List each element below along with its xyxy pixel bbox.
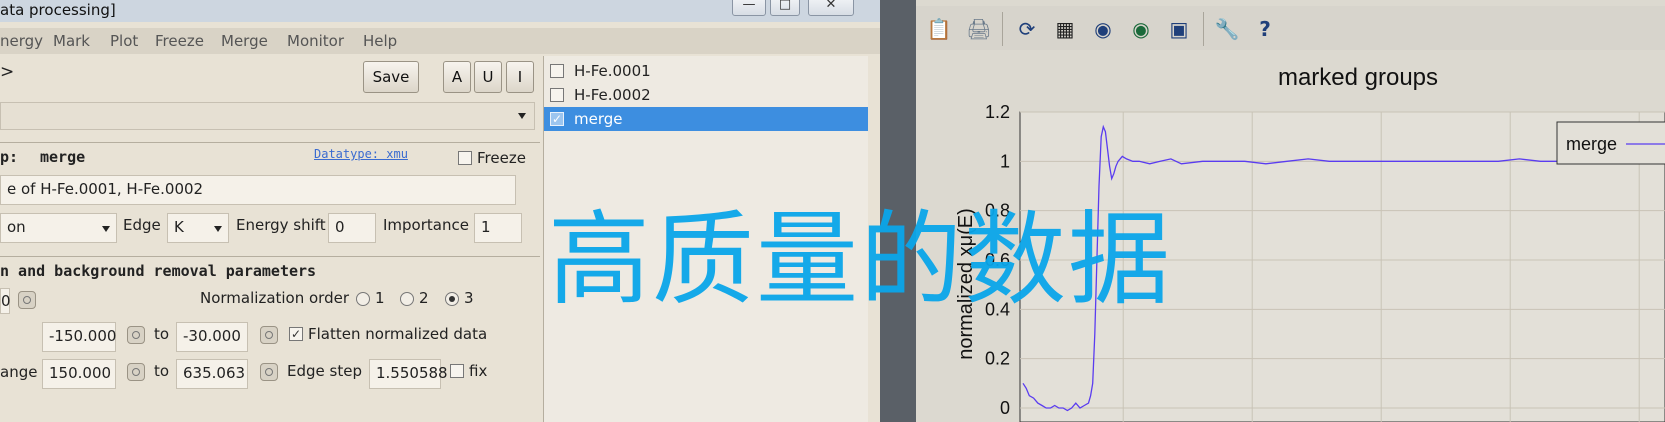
menu-merge[interactable]: Merge xyxy=(221,32,268,50)
freeze-checkbox[interactable] xyxy=(458,151,472,165)
to-label: to xyxy=(154,362,170,380)
pre-edge-from-pick[interactable] xyxy=(127,326,145,344)
menu-monitor[interactable]: Monitor xyxy=(287,32,344,50)
menu-mark[interactable]: Mark xyxy=(53,32,90,50)
order-1-label: 1 xyxy=(375,289,385,307)
title-bar: ata processing] — □ ✕ xyxy=(0,0,880,22)
i-button[interactable]: I xyxy=(506,61,534,93)
chevron-down-icon xyxy=(518,113,526,119)
group-item-label: H-Fe.0001 xyxy=(574,62,651,80)
back-arrow-icon[interactable]: > xyxy=(0,62,14,82)
group-name: merge xyxy=(40,148,86,166)
importance-input[interactable]: 1 xyxy=(474,213,522,243)
y-tick-label: 1.2 xyxy=(985,102,1010,122)
section-title: n and background removal parameters xyxy=(0,262,317,280)
edge-select[interactable]: K xyxy=(167,213,229,243)
element-value: on xyxy=(7,218,26,236)
minimize-button[interactable]: — xyxy=(732,0,766,16)
element-select[interactable]: on xyxy=(0,213,117,243)
chevron-down-icon xyxy=(214,226,222,232)
order-3-radio[interactable] xyxy=(445,292,459,306)
list-item[interactable]: H-Fe.0002 xyxy=(544,83,868,107)
group-checkbox[interactable]: ✓ xyxy=(550,112,564,126)
group-description[interactable]: e of H-Fe.0001, H-Fe.0002 xyxy=(0,175,516,205)
pre-edge-to-input[interactable]: -30.000 xyxy=(176,322,248,352)
close-button[interactable]: ✕ xyxy=(808,0,854,16)
group-label: p: xyxy=(0,148,19,166)
pre-edge-from-input[interactable]: -150.000 xyxy=(42,322,116,352)
e0-pick-button[interactable] xyxy=(18,291,36,309)
order-2-radio[interactable] xyxy=(400,292,414,306)
edge-step-label: Edge step xyxy=(287,362,362,380)
order-2-label: 2 xyxy=(419,289,429,307)
group-item-label: merge xyxy=(574,110,623,128)
legend: merge xyxy=(1556,121,1665,165)
flatten-label: Flatten normalized data xyxy=(308,325,488,343)
norm-from-input[interactable]: 150.000 xyxy=(42,359,116,389)
e0-input[interactable]: 0 xyxy=(0,288,11,314)
save-button[interactable]: Save xyxy=(363,61,419,93)
y-tick-label: 1 xyxy=(1000,151,1010,171)
fix-label: fix xyxy=(469,362,488,380)
flatten-checkbox[interactable]: ✓ xyxy=(289,327,303,341)
edge-step-input[interactable]: 1.550588 xyxy=(369,359,448,389)
energy-shift-input[interactable]: 0 xyxy=(328,213,376,243)
energy-shift-label: Energy shift xyxy=(236,216,326,234)
to-label: to xyxy=(154,325,170,343)
norm-from-pick[interactable] xyxy=(127,363,145,381)
divider xyxy=(0,256,540,257)
freeze-label: Freeze xyxy=(477,149,526,167)
y-tick-label: 0.2 xyxy=(985,349,1010,369)
menu-help[interactable]: Help xyxy=(363,32,397,50)
range-label: ange xyxy=(0,363,38,381)
menu-plot[interactable]: Plot xyxy=(110,32,138,50)
group-selector[interactable] xyxy=(0,102,535,130)
edge-label: Edge xyxy=(123,216,161,234)
pre-edge-to-pick[interactable] xyxy=(260,326,278,344)
norm-to-input[interactable]: 635.063 xyxy=(176,359,248,389)
list-item[interactable]: H-Fe.0001 xyxy=(544,59,868,83)
importance-label: Importance xyxy=(383,216,469,234)
datatype-link[interactable]: Datatype: xmu xyxy=(314,147,408,161)
normalization-order-label: Normalization order xyxy=(200,289,350,307)
menu-bar: nergy Mark Plot Freeze Merge Monitor Hel… xyxy=(0,28,880,54)
group-checkbox[interactable] xyxy=(550,88,564,102)
legend-label: merge xyxy=(1566,134,1617,154)
list-item[interactable]: ✓ merge xyxy=(544,107,868,131)
divider xyxy=(0,142,540,143)
a-button[interactable]: A xyxy=(443,61,471,93)
maximize-button[interactable]: □ xyxy=(770,0,800,16)
menu-freeze[interactable]: Freeze xyxy=(155,32,204,50)
group-item-label: H-Fe.0002 xyxy=(574,86,651,104)
watermark-text: 高质量的数据 xyxy=(548,201,1172,320)
edge-value: K xyxy=(174,218,184,236)
window-title: ata processing] xyxy=(0,1,116,19)
u-button[interactable]: U xyxy=(474,61,502,93)
order-1-radio[interactable] xyxy=(356,292,370,306)
chevron-down-icon xyxy=(102,226,110,232)
chart-title: marked groups xyxy=(1278,64,1438,91)
order-3-label: 3 xyxy=(464,289,474,307)
y-tick-label: 0 xyxy=(1000,398,1010,418)
fix-checkbox[interactable] xyxy=(450,364,464,378)
norm-to-pick[interactable] xyxy=(260,363,278,381)
group-checkbox[interactable] xyxy=(550,64,564,78)
menu-energy[interactable]: nergy xyxy=(0,32,43,50)
